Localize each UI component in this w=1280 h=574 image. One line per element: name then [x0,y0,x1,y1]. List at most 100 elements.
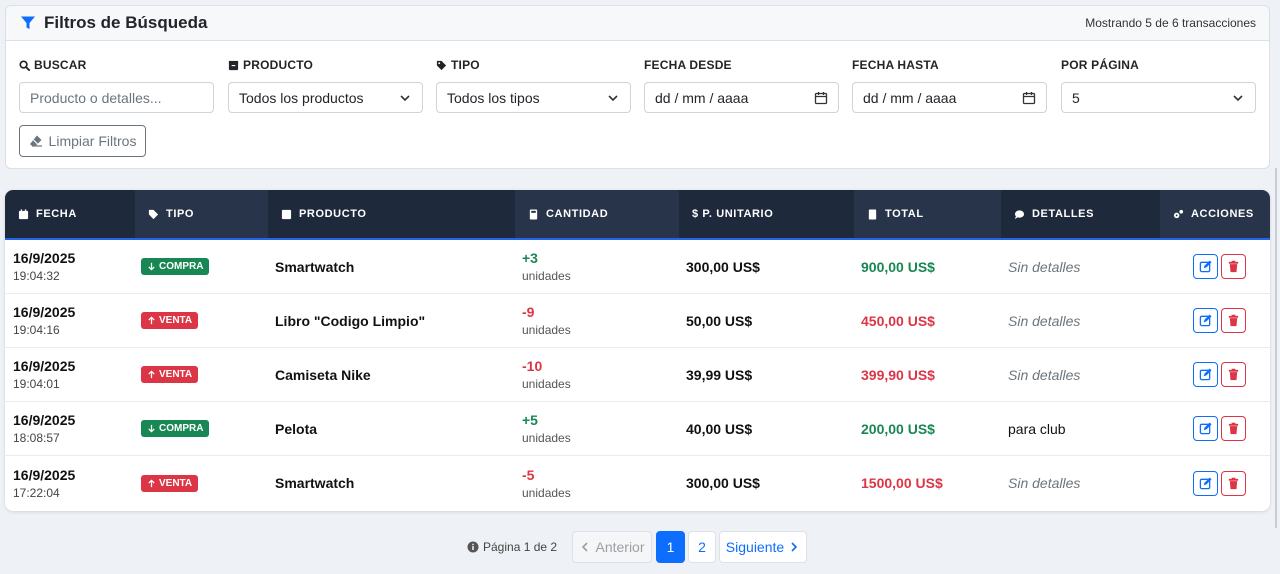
arrow-up-icon [148,478,155,487]
date-from-input[interactable]: dd / mm / aaaa [644,82,839,113]
transactions-table: FECHA TIPO PRODUCTO CANTIDAD $ P. UNITAR… [5,190,1270,511]
calendar-icon[interactable] [1022,91,1036,105]
th-detalles: DETALLES [1001,190,1160,238]
cell-tipo: VENTA [133,312,267,329]
edit-icon [1199,476,1212,489]
tag-icon [436,60,447,70]
filter-type-label: TIPO [436,58,631,72]
cell-producto: Smartwatch [267,475,514,491]
date-to-input[interactable]: dd / mm / aaaa [852,82,1047,113]
cell-acciones [1160,254,1270,279]
edit-icon [1199,260,1212,273]
cell-detalles: para club [1000,421,1160,437]
delete-button[interactable] [1220,362,1246,387]
cell-detalles: Sin detalles [1000,475,1160,491]
qty-unit: unidades [522,485,571,500]
qty-value: +5 [522,412,538,428]
delete-button[interactable] [1220,254,1246,279]
filter-product-group: PRODUCTO Todos los productos [228,58,423,113]
total-value: 450,00 US$ [861,312,935,329]
cell-precio: 300,00 US$ [678,259,853,275]
filter-date-from-group: FECHA DESDE dd / mm / aaaa [644,58,839,113]
delete-button[interactable] [1220,470,1246,496]
tag-icon [148,209,159,219]
arrow-up-icon [148,370,155,379]
edit-button[interactable] [1192,416,1218,441]
page-2-button[interactable]: 2 [688,531,716,563]
product-select[interactable]: Todos los productos [228,82,423,113]
date-text: 16/9/2025 [13,412,76,428]
chevron-right-icon [791,542,798,552]
delete-button[interactable] [1220,308,1246,333]
cogs-icon [1173,209,1184,218]
cell-fecha: 16/9/2025 19:04:32 [5,250,133,283]
time-text: 17:22:04 [13,485,60,500]
type-badge-compra: COMPRA [141,258,210,275]
cell-precio: 40,00 US$ [678,421,853,437]
edit-button[interactable] [1192,470,1218,496]
calculator-icon [529,208,538,220]
cell-precio: 50,00 US$ [678,313,853,329]
page-scrollbar[interactable] [1275,168,1277,528]
date-text: 16/9/2025 [13,466,76,483]
th-acciones: ACCIONES [1160,190,1270,238]
chevron-down-icon [1233,94,1243,101]
qty-unit: unidades [522,431,571,445]
cell-precio: 300,00 US$ [678,475,853,491]
unit-price: 39,99 US$ [686,366,753,383]
table-body: 16/9/2025 19:04:32 COMPRA Smartwatch +3 … [5,240,1270,510]
prev-page-button[interactable]: Anterior [572,531,652,563]
date-text: 16/9/2025 [13,358,76,374]
page-info: Página 1 de 2 [467,540,557,554]
cell-total: 1500,00 US$ [853,475,1000,491]
cell-acciones [1160,470,1270,496]
box-icon [281,209,292,219]
th-cantidad: CANTIDAD [515,190,679,238]
cell-cantidad: -10 unidades [514,358,678,391]
product-name: Libro "Codigo Limpio" [275,312,426,329]
time-text: 19:04:16 [13,323,60,337]
details-text: Sin detalles [1008,258,1081,275]
th-total: TOTAL [854,190,1001,238]
search-icon [19,59,30,71]
per-page-select[interactable]: 5 [1061,82,1256,113]
cell-total: 200,00 US$ [853,421,1000,437]
details-text: para club [1008,420,1066,437]
delete-button[interactable] [1220,416,1246,441]
cell-total: 399,90 US$ [853,367,1000,383]
total-value: 1500,00 US$ [861,475,943,491]
edit-button[interactable] [1192,308,1218,333]
edit-icon [1199,422,1212,435]
total-value: 900,00 US$ [861,258,935,275]
product-name: Pelota [275,420,318,437]
cell-acciones [1160,416,1270,441]
cell-tipo: COMPRA [133,420,267,437]
cell-detalles: Sin detalles [1000,367,1160,383]
trash-icon [1228,477,1238,489]
product-name: Camiseta Nike [275,366,371,383]
table-row: 16/9/2025 19:04:32 COMPRA Smartwatch +3 … [5,240,1270,294]
box-icon [228,60,239,70]
pagination: Página 1 de 2 Anterior 1 2 Siguiente [0,531,1280,563]
edit-button[interactable] [1192,362,1218,387]
cell-acciones [1160,362,1270,387]
time-text: 19:04:01 [13,377,60,391]
receipt-icon [868,208,877,220]
next-page-button[interactable]: Siguiente [719,531,807,563]
details-text: Sin detalles [1008,312,1081,329]
type-select[interactable]: Todos los tipos [436,82,631,113]
table-row: 16/9/2025 17:22:04 VENTA Smartwatch -5 u… [5,456,1270,510]
arrow-down-icon [148,262,155,271]
edit-button[interactable] [1192,254,1218,279]
filters-body: BUSCAR Producto o detalles... PRODUCTO T… [6,41,1269,169]
chevron-down-icon [400,94,410,101]
date-text: 16/9/2025 [13,304,76,320]
filters-card: Filtros de Búsqueda Mostrando 5 de 6 tra… [5,5,1270,169]
search-input[interactable]: Producto o detalles... [19,82,214,113]
page-1-button[interactable]: 1 [656,531,685,563]
calendar-icon[interactable] [814,91,828,105]
clear-filters-button[interactable]: Limpiar Filtros [19,125,146,157]
time-text: 18:08:57 [13,431,60,445]
time-text: 19:04:32 [13,269,60,283]
cell-fecha: 16/9/2025 19:04:16 [5,304,133,337]
